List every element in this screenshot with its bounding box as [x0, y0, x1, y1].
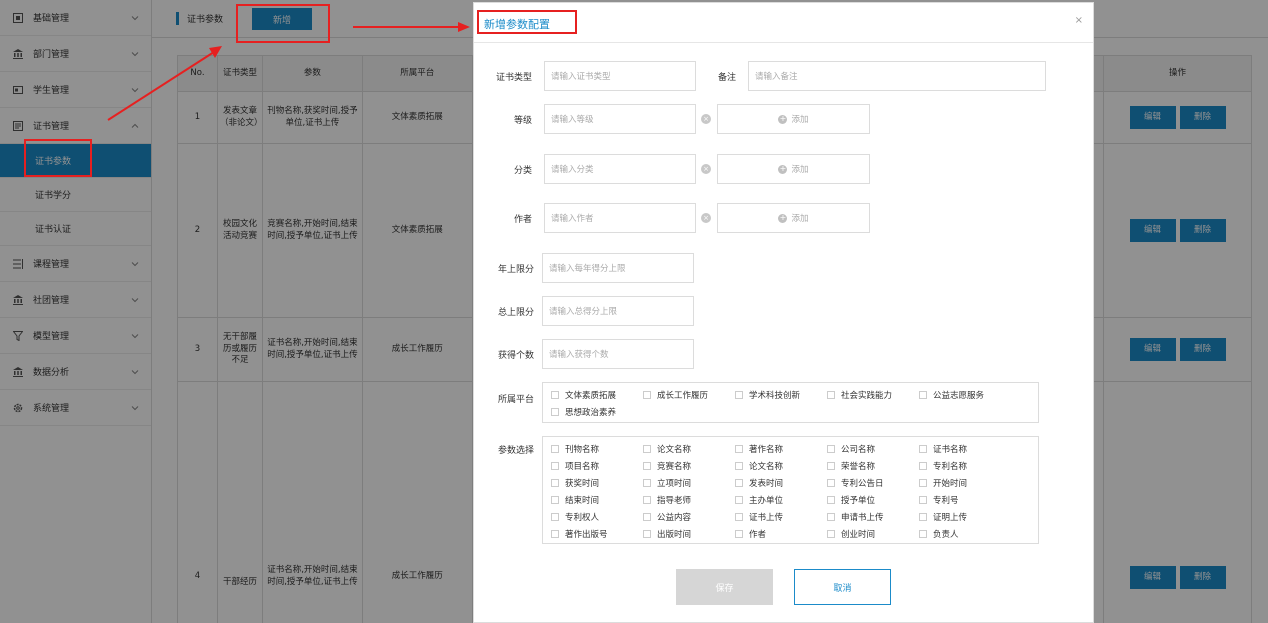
arrow-head-up [209, 46, 222, 58]
arrow-head-right [458, 22, 470, 32]
annotation-arrows [107, 22, 470, 121]
arrow-to-add [107, 51, 215, 121]
